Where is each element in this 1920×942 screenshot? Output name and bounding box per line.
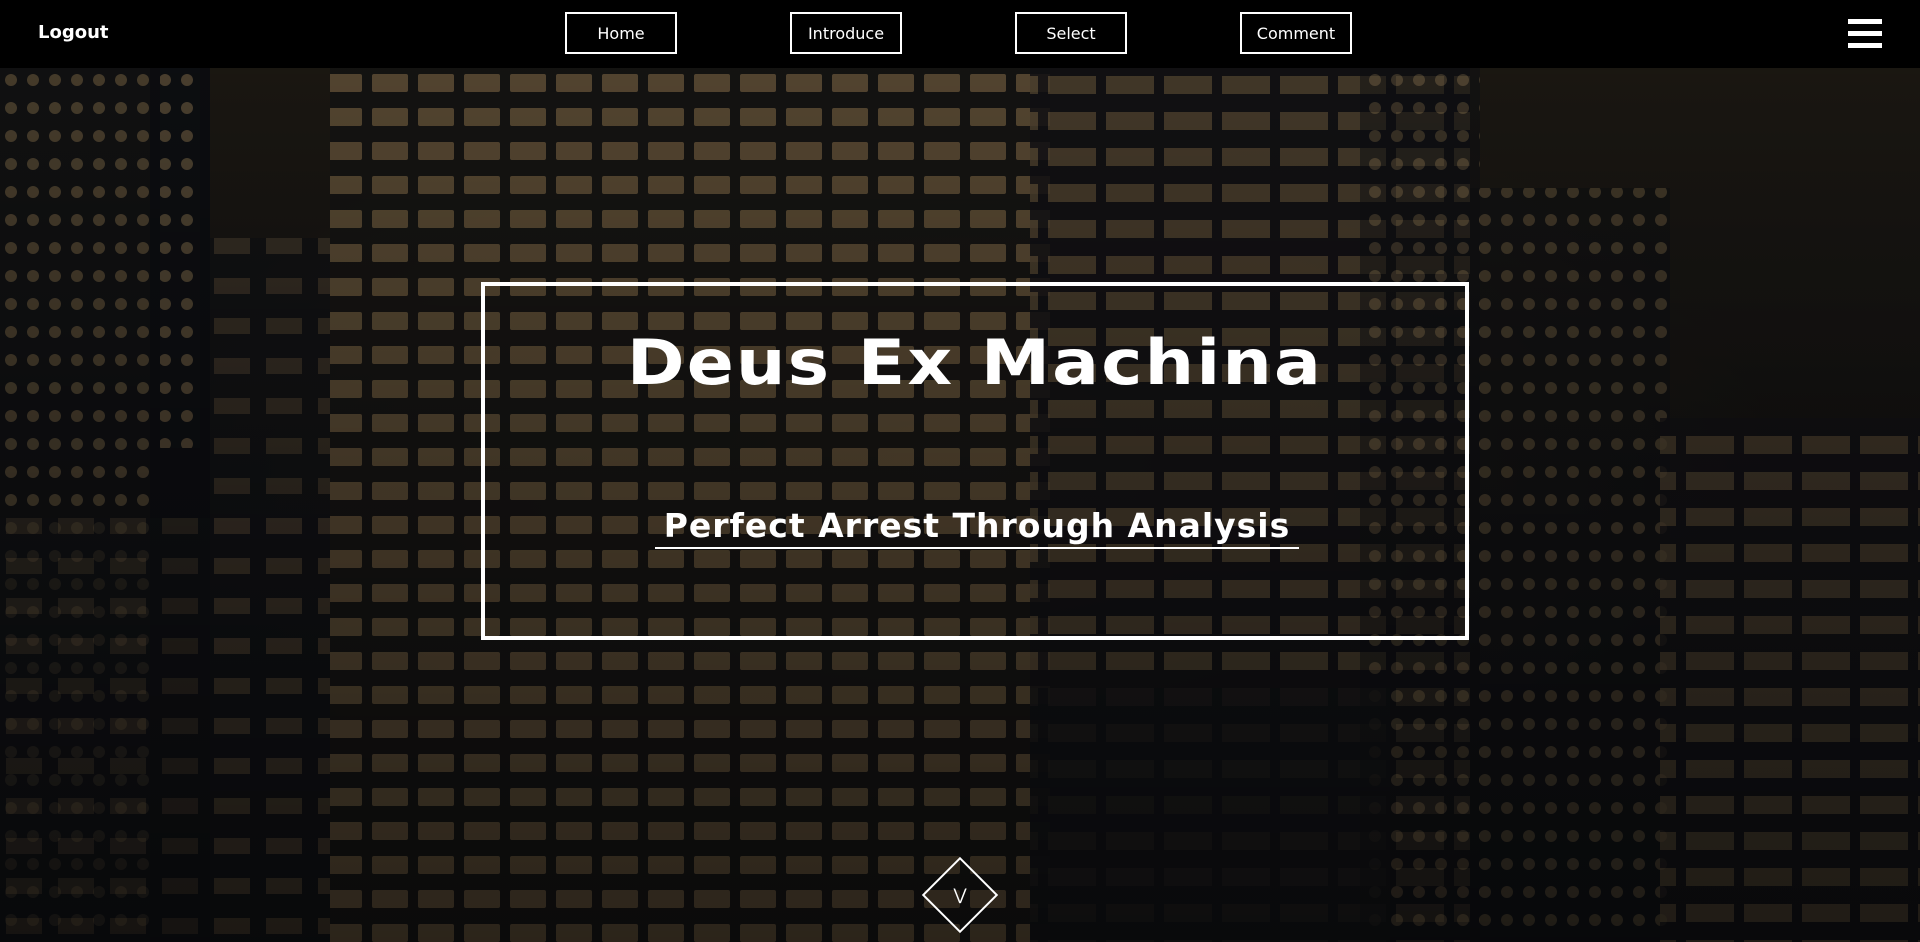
nav-introduce-button[interactable]: Introduce [790,12,902,54]
nav-select-button[interactable]: Select [1015,12,1127,54]
hamburger-bar [1848,19,1882,24]
logout-link[interactable]: Logout [38,22,109,43]
nav-comment-button[interactable]: Comment [1240,12,1352,54]
top-navbar: Logout Home Introduce Select Comment [0,0,1920,68]
double-chevron-down-icon: ⋁ [953,885,967,904]
hero-title-box: Deus Ex Machina Perfect Arrest Through A… [481,282,1469,640]
hero-subtitle: Perfect Arrest Through Analysis [663,506,1291,545]
hamburger-bar [1848,43,1882,48]
nav-home-button[interactable]: Home [565,12,677,54]
page: Logout Home Introduce Select Comment Deu… [0,0,1920,942]
hamburger-bar [1848,31,1882,36]
hamburger-menu-icon[interactable] [1848,19,1882,49]
hero-subtitle-underline: Perfect Arrest Through Analysis [655,506,1299,549]
hero-title: Deus Ex Machina [626,326,1324,399]
